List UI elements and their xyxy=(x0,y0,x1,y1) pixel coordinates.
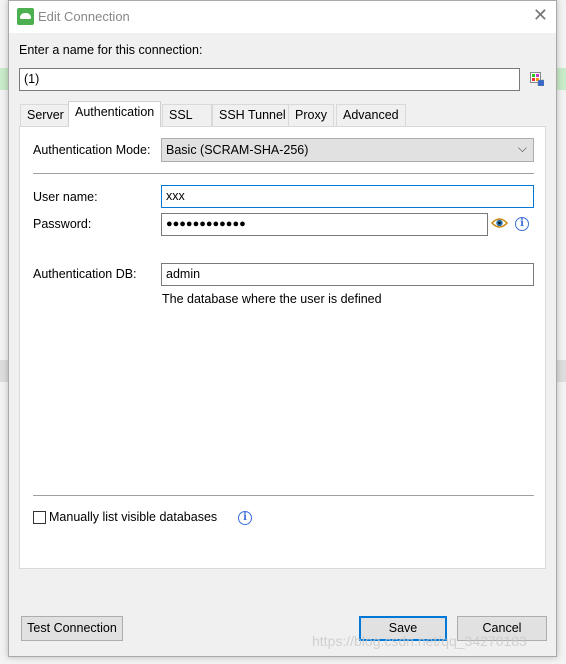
tab-server[interactable]: Server xyxy=(20,104,71,126)
password-info-icon[interactable]: i xyxy=(515,217,529,231)
username-label: User name: xyxy=(33,190,98,204)
manual-list-label[interactable]: Manually list visible databases xyxy=(49,510,217,524)
connection-name-label: Enter a name for this connection: xyxy=(19,43,203,57)
divider xyxy=(33,495,534,496)
auth-db-input[interactable]: admin xyxy=(161,263,534,286)
tab-ssh-tunnel[interactable]: SSH Tunnel xyxy=(212,104,293,126)
auth-db-label: Authentication DB: xyxy=(33,267,137,281)
username-input[interactable]: xxx xyxy=(161,185,534,208)
manual-list-info-icon[interactable]: i xyxy=(238,511,252,525)
auth-mode-label: Authentication Mode: xyxy=(33,143,151,157)
close-icon[interactable]: ✕ xyxy=(533,5,548,26)
connection-name-input[interactable]: (1) xyxy=(19,68,520,91)
password-label: Password: xyxy=(33,217,92,231)
window-title: Edit Connection xyxy=(38,9,130,24)
app-logo-icon xyxy=(17,8,34,25)
chevron-down-icon: ⌵ xyxy=(517,141,527,155)
tab-authentication[interactable]: Authentication xyxy=(68,101,162,127)
watermark: https://blog.csdn.net/qq_34270183 xyxy=(312,633,527,649)
auth-mode-select[interactable]: Basic (SCRAM-SHA-256) ⌵ xyxy=(161,138,534,162)
title-bar: Edit Connection ✕ xyxy=(9,1,556,33)
tab-proxy[interactable]: Proxy xyxy=(288,104,334,126)
color-palette-icon[interactable] xyxy=(530,72,545,87)
manual-list-checkbox[interactable] xyxy=(33,511,46,524)
password-input[interactable]: ●●●●●●●●●●●● xyxy=(161,213,488,236)
tab-advanced[interactable]: Advanced xyxy=(336,104,406,126)
edit-connection-dialog: Edit Connection ✕ Enter a name for this … xyxy=(8,0,557,657)
divider xyxy=(33,173,534,174)
test-connection-button[interactable]: Test Connection xyxy=(21,616,123,641)
eye-icon[interactable] xyxy=(490,217,509,232)
auth-db-hint: The database where the user is defined xyxy=(162,292,382,306)
auth-mode-value: Basic (SCRAM-SHA-256) xyxy=(166,143,309,157)
tab-ssl[interactable]: SSL xyxy=(162,104,212,126)
